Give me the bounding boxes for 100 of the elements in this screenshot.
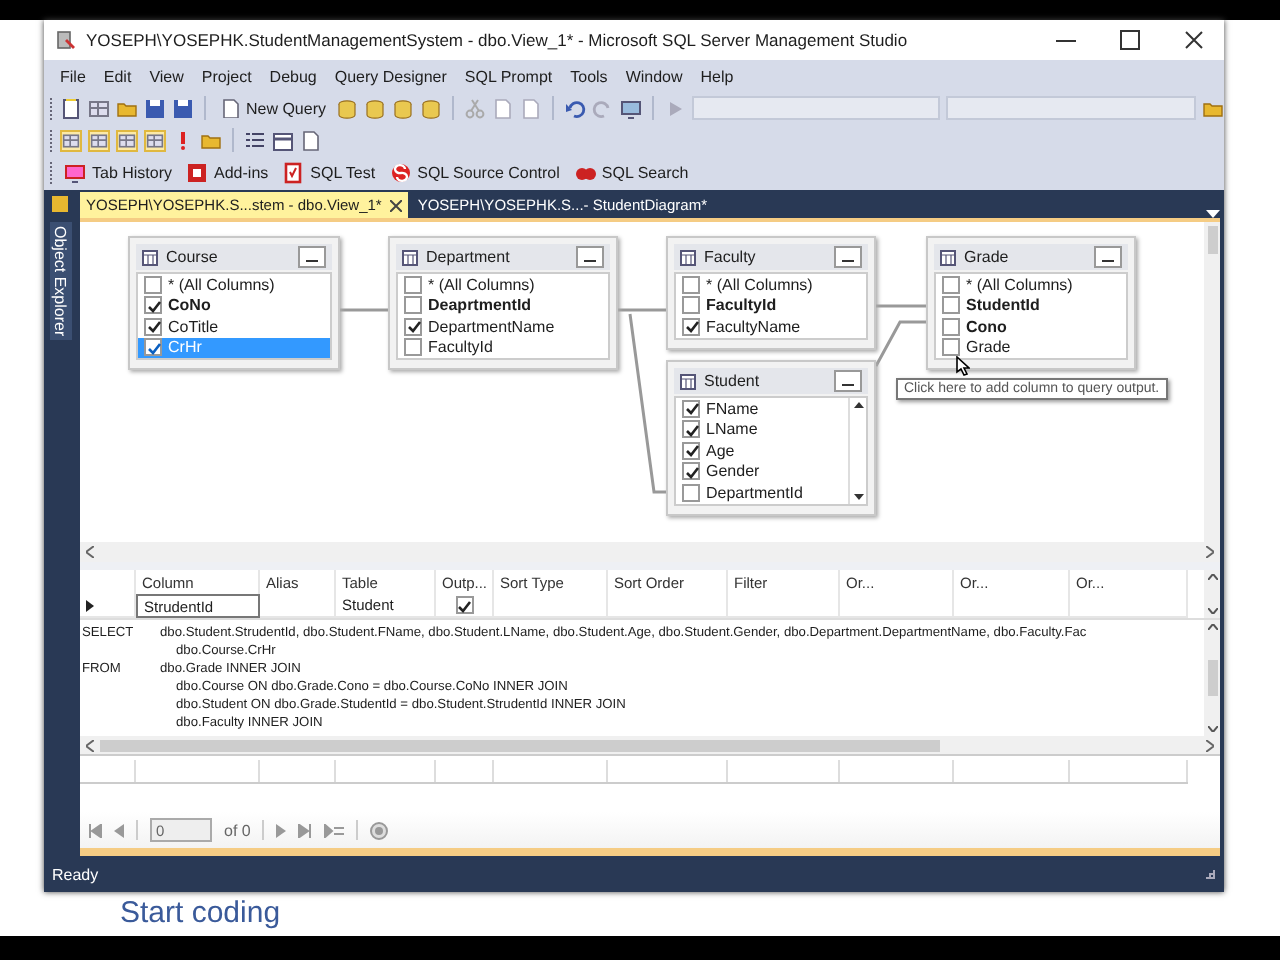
checkbox[interactable] xyxy=(682,296,700,315)
new-query-button[interactable]: New Query xyxy=(215,96,330,120)
close-icon[interactable] xyxy=(389,199,402,211)
maximize-icon[interactable] xyxy=(1120,30,1140,50)
minimize-button[interactable] xyxy=(1094,246,1122,268)
first-page-icon[interactable] xyxy=(88,823,102,837)
minimize-button[interactable] xyxy=(298,246,326,268)
new-row-icon[interactable] xyxy=(324,823,345,837)
table-title-bar[interactable]: Course xyxy=(136,244,332,270)
grid-cell[interactable] xyxy=(840,594,954,618)
grid-cell[interactable] xyxy=(494,594,608,618)
vertical-scrollbar[interactable] xyxy=(848,398,866,503)
vertical-scrollbar[interactable] xyxy=(1204,222,1220,542)
checkbox[interactable] xyxy=(144,275,162,294)
folder-icon[interactable] xyxy=(1201,97,1224,119)
dropdown-arrow-icon[interactable] xyxy=(1206,208,1220,218)
previous-page-icon[interactable] xyxy=(114,823,124,837)
column-row[interactable]: LName xyxy=(676,419,848,440)
checkbox[interactable] xyxy=(942,275,960,294)
checkbox[interactable] xyxy=(144,338,162,357)
save-all-icon[interactable] xyxy=(172,97,194,119)
column-row[interactable]: Grade xyxy=(936,337,1126,358)
checkbox[interactable] xyxy=(682,441,700,460)
minimize-button[interactable] xyxy=(834,246,862,268)
table-title-bar[interactable]: Student xyxy=(674,368,868,394)
table-icon[interactable] xyxy=(272,129,294,151)
grid-cell[interactable] xyxy=(728,594,840,618)
grid-icon[interactable] xyxy=(88,129,110,151)
down-arrow-icon[interactable] xyxy=(853,493,863,499)
menu-item[interactable]: Edit xyxy=(95,65,140,87)
checkbox[interactable] xyxy=(404,317,422,336)
paste-icon[interactable] xyxy=(519,97,542,119)
menu-item[interactable]: Window xyxy=(617,65,691,87)
checkbox[interactable] xyxy=(404,275,422,294)
checkbox[interactable] xyxy=(942,338,960,357)
toolbar-button[interactable]: SQL Source Control xyxy=(385,159,564,185)
last-page-icon[interactable] xyxy=(298,823,313,837)
column-row[interactable]: Gender xyxy=(676,461,848,482)
folder-icon[interactable] xyxy=(200,129,222,151)
menu-item[interactable]: Tools xyxy=(562,65,616,87)
menu-item[interactable]: SQL Prompt xyxy=(456,65,561,87)
list-icon[interactable] xyxy=(244,129,266,151)
checkbox[interactable] xyxy=(682,275,700,294)
close-icon[interactable] xyxy=(1184,30,1204,50)
column-row[interactable]: CoNo xyxy=(138,295,330,316)
menu-item[interactable]: Query Designer xyxy=(326,65,455,87)
dropdown-field[interactable] xyxy=(946,96,1196,120)
menu-item[interactable]: Debug xyxy=(261,65,325,87)
checkbox[interactable] xyxy=(682,483,700,502)
horizontal-scrollbar[interactable] xyxy=(80,736,1220,754)
menu-item[interactable]: Help xyxy=(692,65,742,87)
column-row[interactable]: FacultyId xyxy=(676,295,866,316)
minimize-button[interactable] xyxy=(834,370,862,392)
column-row[interactable]: FName xyxy=(676,398,848,419)
database-icon[interactable] xyxy=(391,97,414,119)
horizontal-scrollbar[interactable] xyxy=(80,542,1220,562)
vertical-scrollbar[interactable] xyxy=(1204,620,1220,736)
grid-cell[interactable] xyxy=(954,594,1070,618)
toolbar-button[interactable]: Add-ins xyxy=(182,159,273,185)
new-file-icon[interactable] xyxy=(60,97,82,119)
checkbox[interactable] xyxy=(404,338,422,357)
column-row[interactable]: DeaprtmentId xyxy=(398,295,608,316)
column-row[interactable]: StudentId xyxy=(936,295,1126,316)
checkbox[interactable] xyxy=(682,462,700,481)
table-title-bar[interactable]: Faculty xyxy=(674,244,868,270)
toolbar-button[interactable]: Tab History xyxy=(60,159,177,185)
grid-cell[interactable] xyxy=(1070,594,1188,618)
grid-cell[interactable] xyxy=(260,594,336,618)
stop-icon[interactable] xyxy=(370,821,389,839)
vertical-scrollbar[interactable] xyxy=(1204,570,1220,618)
table-title-bar[interactable]: Grade xyxy=(934,244,1128,270)
menu-item[interactable]: Project xyxy=(193,65,260,87)
object-explorer-tab[interactable]: Object Explorer xyxy=(49,222,71,341)
grid-icon[interactable] xyxy=(88,97,110,119)
column-row[interactable]: DepartmentName xyxy=(398,316,608,337)
table-icon[interactable] xyxy=(144,129,166,151)
column-row[interactable]: Age xyxy=(676,440,848,461)
checkbox[interactable] xyxy=(144,296,162,315)
column-row[interactable]: * (All Columns) xyxy=(398,274,608,295)
menu-item[interactable]: File xyxy=(52,65,94,87)
toolbar-button[interactable]: SQL Search xyxy=(569,159,693,185)
dropdown-field[interactable] xyxy=(691,96,941,120)
save-icon[interactable] xyxy=(144,97,166,119)
checkbox[interactable] xyxy=(682,399,700,418)
column-row[interactable]: * (All Columns) xyxy=(936,274,1126,295)
checkbox[interactable] xyxy=(942,296,960,315)
copy-icon[interactable] xyxy=(491,97,514,119)
checkbox[interactable] xyxy=(144,317,162,336)
table-title-bar[interactable]: Department xyxy=(396,244,610,270)
undo-icon[interactable] xyxy=(563,97,586,119)
database-icon[interactable] xyxy=(419,97,442,119)
checkbox[interactable] xyxy=(455,596,473,614)
toolbar-button[interactable]: SQL Test xyxy=(278,159,380,185)
checkbox[interactable] xyxy=(682,317,700,336)
up-arrow-icon[interactable] xyxy=(853,402,863,408)
resize-grip-icon[interactable] xyxy=(1204,868,1216,880)
column-row[interactable]: CoTitle xyxy=(138,316,330,337)
checkbox[interactable] xyxy=(682,420,700,439)
page-icon[interactable] xyxy=(300,129,322,151)
checkbox[interactable] xyxy=(404,296,422,315)
